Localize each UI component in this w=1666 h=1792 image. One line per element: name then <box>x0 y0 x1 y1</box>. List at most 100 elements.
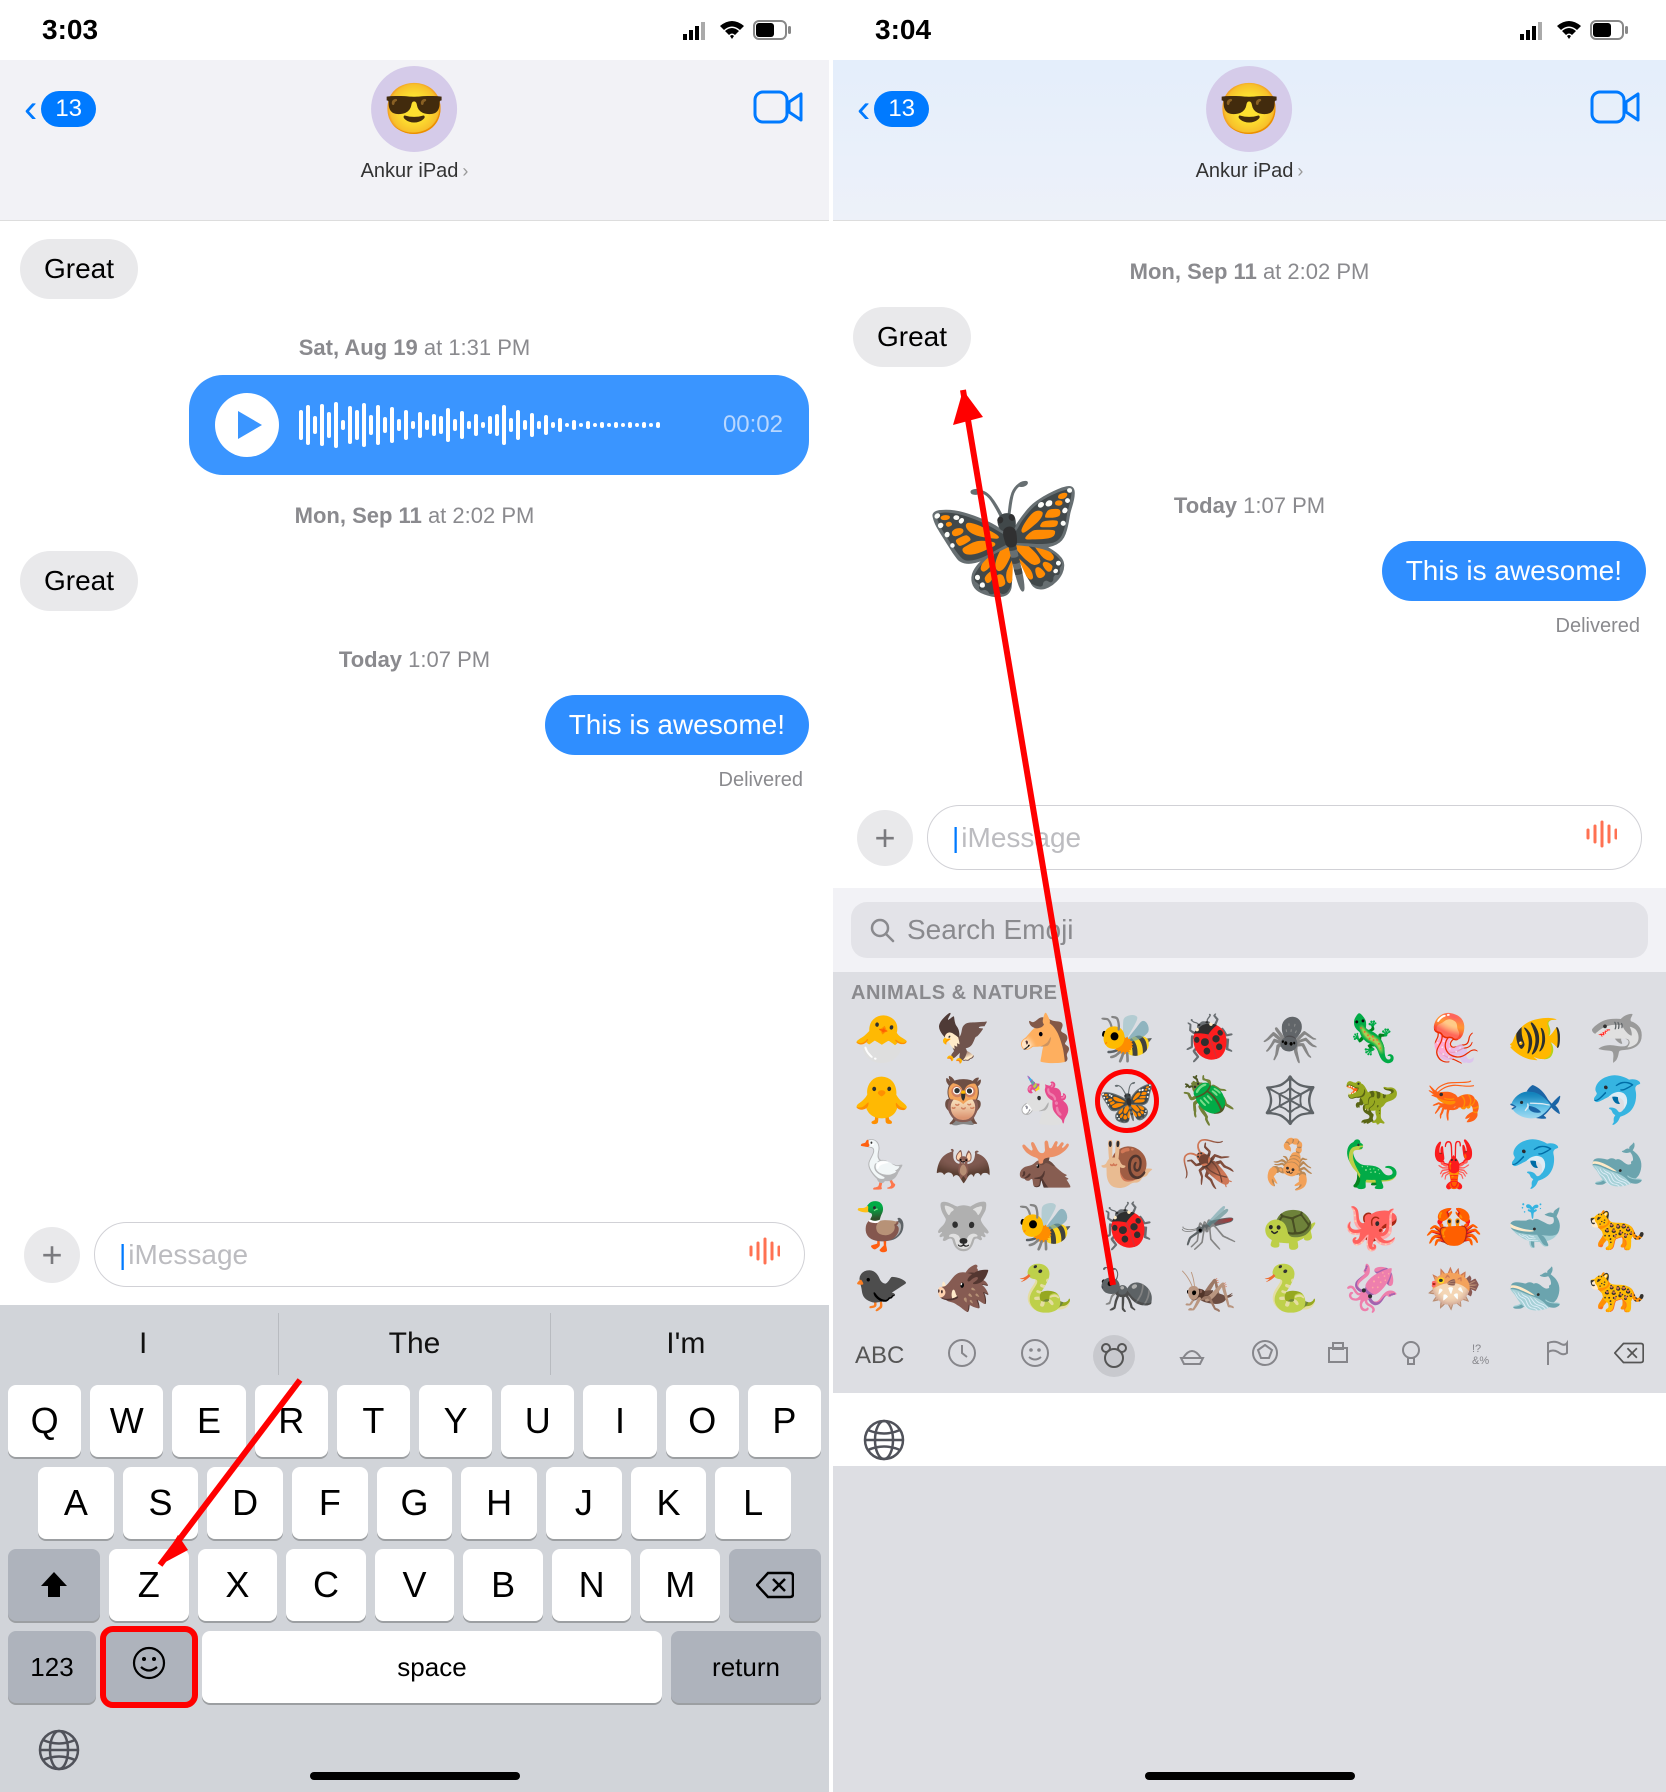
key-z[interactable]: Z <box>109 1549 189 1621</box>
home-indicator[interactable] <box>310 1772 520 1780</box>
emoji-cell[interactable]: 🪳 <box>1172 1141 1246 1187</box>
key-i[interactable]: I <box>583 1385 656 1457</box>
home-indicator[interactable] <box>1145 1772 1355 1780</box>
attach-button[interactable]: + <box>24 1227 80 1283</box>
key-p[interactable]: P <box>748 1385 821 1457</box>
message-bubble[interactable]: Great <box>20 239 138 299</box>
emoji-cell[interactable]: 🐗 <box>927 1265 1001 1311</box>
emoji-cell[interactable]: 🐆 <box>1580 1203 1654 1249</box>
emoji-cell[interactable]: 🐞 <box>1172 1015 1246 1061</box>
delete-tab[interactable] <box>1614 1338 1644 1375</box>
recents-tab[interactable] <box>947 1338 977 1375</box>
smileys-tab[interactable] <box>1020 1338 1050 1375</box>
emoji-cell[interactable]: 🐙 <box>1335 1203 1409 1249</box>
emoji-cell[interactable]: 🐋 <box>1580 1141 1654 1187</box>
emoji-cell[interactable]: 🦕 <box>1335 1141 1409 1187</box>
emoji-cell[interactable]: 🦋 <box>1090 1077 1164 1125</box>
emoji-cell[interactable]: 🦈 <box>1580 1015 1654 1061</box>
key-d[interactable]: D <box>207 1467 283 1539</box>
emoji-cell[interactable]: 🐠 <box>1499 1015 1573 1061</box>
emoji-cell[interactable]: 🦑 <box>1335 1265 1409 1311</box>
emoji-cell[interactable]: 🐣 <box>845 1015 919 1061</box>
emoji-cell[interactable]: 🐬 <box>1580 1077 1654 1125</box>
emoji-cell[interactable]: 🐆 <box>1580 1265 1654 1311</box>
emoji-cell[interactable]: 🐺 <box>927 1203 1001 1249</box>
key-g[interactable]: G <box>377 1467 453 1539</box>
audio-message[interactable]: 00:02 <box>189 375 809 475</box>
key-v[interactable]: V <box>375 1549 455 1621</box>
emoji-cell[interactable]: 🦉 <box>927 1077 1001 1125</box>
numeric-key[interactable]: 123 <box>8 1631 96 1703</box>
emoji-cell[interactable]: 🐥 <box>845 1077 919 1125</box>
play-button[interactable] <box>215 393 279 457</box>
key-y[interactable]: Y <box>419 1385 492 1457</box>
emoji-cell[interactable]: 🐬 <box>1499 1141 1573 1187</box>
emoji-cell[interactable]: 🐞 <box>1090 1203 1164 1249</box>
emoji-cell[interactable]: 🐴 <box>1008 1015 1082 1061</box>
emoji-cell[interactable]: 🦖 <box>1335 1077 1409 1125</box>
abc-tab[interactable]: ABC <box>855 1342 904 1370</box>
emoji-cell[interactable]: 🐍 <box>1253 1265 1327 1311</box>
messages-area[interactable]: Great Sat, Aug 19 at 1:31 PM 00:02 Mon, … <box>0 221 829 1208</box>
key-n[interactable]: N <box>552 1549 632 1621</box>
emoji-cell[interactable]: 🐡 <box>1417 1265 1491 1311</box>
key-t[interactable]: T <box>337 1385 410 1457</box>
emoji-cell[interactable]: 🦐 <box>1417 1077 1491 1125</box>
key-k[interactable]: K <box>631 1467 707 1539</box>
key-e[interactable]: E <box>172 1385 245 1457</box>
contact-info[interactable]: 😎 Ankur iPad› <box>1196 66 1304 183</box>
emoji-cell[interactable]: 🦗 <box>1172 1265 1246 1311</box>
key-l[interactable]: L <box>715 1467 791 1539</box>
key-w[interactable]: W <box>90 1385 163 1457</box>
globe-button[interactable] <box>38 1758 80 1775</box>
audio-record-icon[interactable] <box>748 1237 780 1272</box>
key-s[interactable]: S <box>123 1467 199 1539</box>
message-input[interactable]: |iMessage <box>927 805 1642 870</box>
emoji-cell[interactable]: 🐳 <box>1499 1203 1573 1249</box>
key-f[interactable]: F <box>292 1467 368 1539</box>
suggestion[interactable]: The <box>279 1313 550 1375</box>
back-button[interactable]: ‹ 13 <box>857 87 929 132</box>
key-u[interactable]: U <box>501 1385 574 1457</box>
emoji-cell[interactable]: 🦀 <box>1417 1203 1491 1249</box>
emoji-cell[interactable]: 🐟 <box>1499 1077 1573 1125</box>
waveform[interactable] <box>299 401 703 449</box>
emoji-keyboard-key[interactable] <box>105 1631 193 1703</box>
key-q[interactable]: Q <box>8 1385 81 1457</box>
globe-button[interactable] <box>863 1448 905 1465</box>
emoji-search[interactable]: Search Emoji <box>851 902 1648 958</box>
key-a[interactable]: A <box>38 1467 114 1539</box>
emoji-cell[interactable]: 🕸️ <box>1253 1077 1327 1125</box>
food-tab[interactable] <box>1177 1338 1207 1375</box>
emoji-grid[interactable]: 🐣🦅🐴🐝🐞🕷️🦎🪼🐠🦈🐥🦉🦄🦋🪲🕸️🦖🦐🐟🐬🪿🦇🫎🐌🪳🦂🦕🦞🐬🐋🦆🐺🐝🐞🦟🐢🐙🦀… <box>833 1011 1666 1319</box>
emoji-cell[interactable]: 🪼 <box>1417 1015 1491 1061</box>
emoji-cell[interactable]: 🪲 <box>1172 1077 1246 1125</box>
attach-button[interactable]: + <box>857 810 913 866</box>
key-m[interactable]: M <box>640 1549 720 1621</box>
emoji-cell[interactable]: 🦄 <box>1008 1077 1082 1125</box>
key-r[interactable]: R <box>255 1385 328 1457</box>
key-b[interactable]: B <box>463 1549 543 1621</box>
facetime-button[interactable] <box>1590 88 1642 131</box>
back-button[interactable]: ‹ 13 <box>24 87 96 132</box>
contact-info[interactable]: 😎 Ankur iPad› <box>361 66 469 183</box>
emoji-cell[interactable]: 🦎 <box>1335 1015 1409 1061</box>
activity-tab[interactable] <box>1250 1338 1280 1375</box>
facetime-button[interactable] <box>753 88 805 131</box>
suggestion[interactable]: I <box>8 1313 279 1375</box>
emoji-cell[interactable]: 🕷️ <box>1253 1015 1327 1061</box>
emoji-cell[interactable]: 🦆 <box>845 1203 919 1249</box>
animals-tab[interactable] <box>1093 1335 1135 1377</box>
space-key[interactable]: space <box>202 1631 662 1703</box>
butterfly-sticker[interactable]: 🦋 <box>923 459 1085 612</box>
emoji-cell[interactable]: 🦂 <box>1253 1141 1327 1187</box>
emoji-cell[interactable]: 🐦‍⬛ <box>845 1265 919 1311</box>
key-o[interactable]: O <box>666 1385 739 1457</box>
shift-key[interactable] <box>8 1549 100 1621</box>
symbols-tab[interactable]: !?&% <box>1468 1338 1498 1375</box>
emoji-cell[interactable]: 🐜 <box>1090 1265 1164 1311</box>
objects-tab[interactable] <box>1396 1338 1426 1375</box>
audio-record-icon[interactable] <box>1585 820 1617 855</box>
emoji-cell[interactable]: 🐝 <box>1008 1203 1082 1249</box>
emoji-cell[interactable]: 🦟 <box>1172 1203 1246 1249</box>
